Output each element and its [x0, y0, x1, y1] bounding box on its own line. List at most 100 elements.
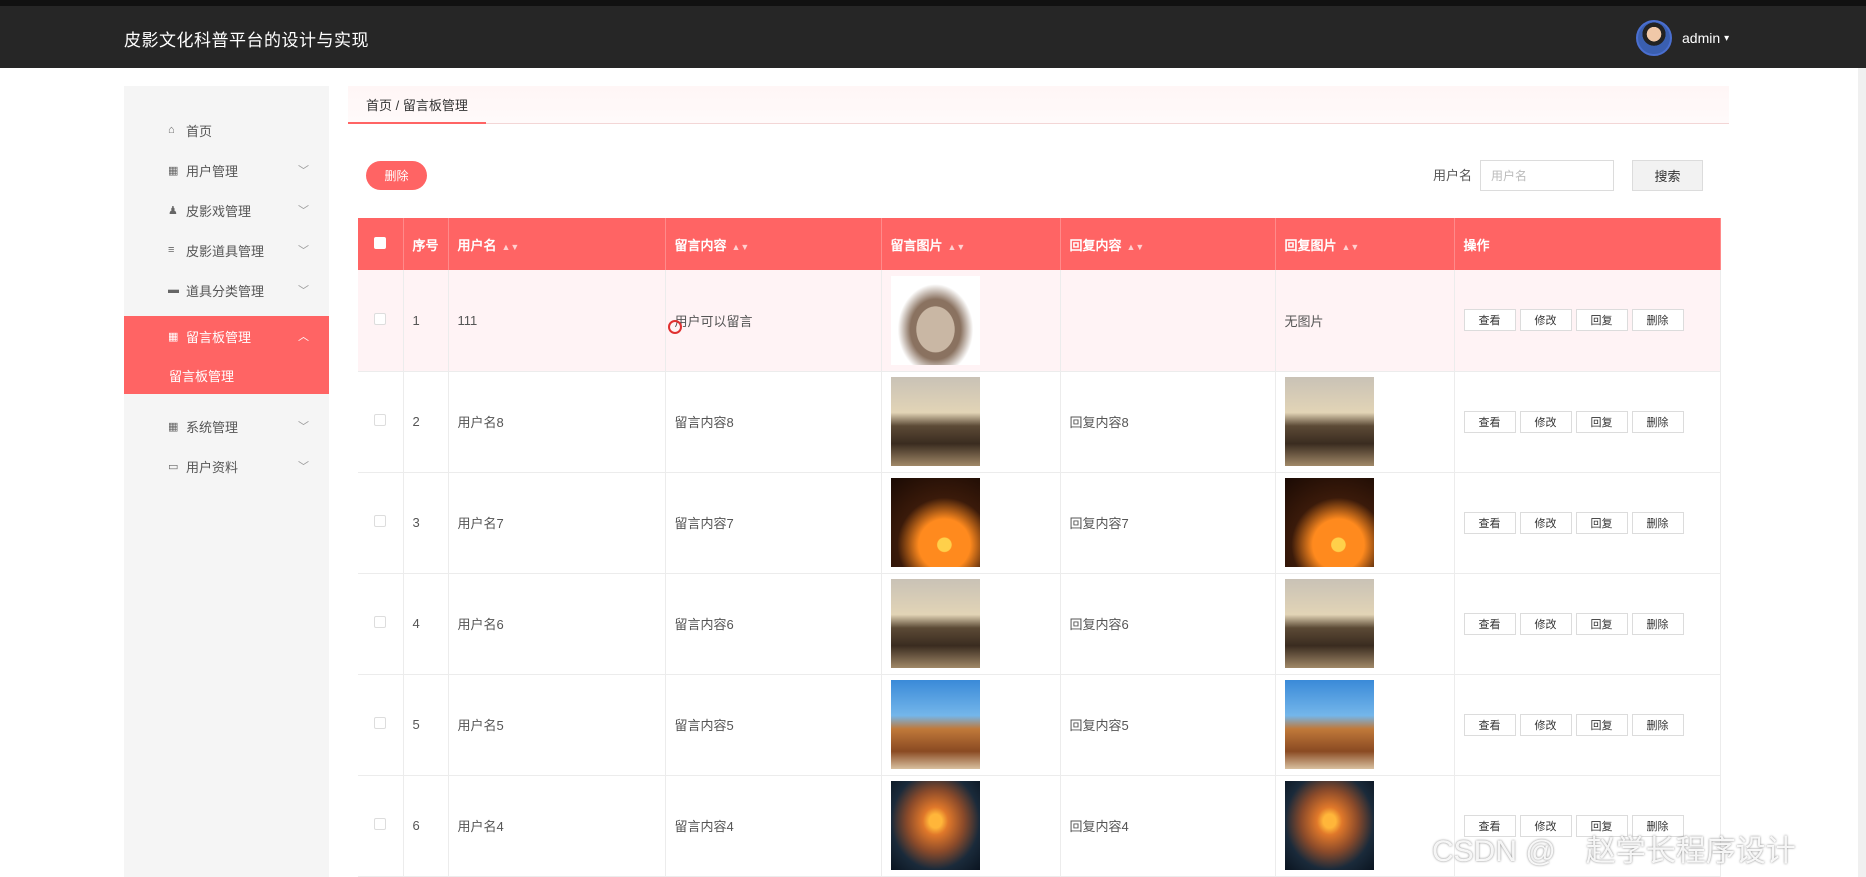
column-header-username[interactable]: 用户名 ▲▼ [448, 218, 666, 270]
view-button[interactable]: 查看 [1463, 511, 1516, 534]
edit-button[interactable]: 修改 [1519, 410, 1572, 433]
sidebar-item-4[interactable]: ▬ 道具分类管理 ﹀ [124, 270, 329, 310]
sidebar-item-7[interactable]: ▭ 用户资料 ﹀ [124, 446, 329, 486]
table-row[interactable]: 4 用户名6 留言内容6 回复内容6 查看 修改 回复 删除 [358, 573, 1721, 674]
batch-delete-button[interactable]: 删除 [366, 161, 427, 190]
reply-image[interactable] [1284, 579, 1374, 668]
content-cell: 留言内容8 [665, 371, 882, 472]
edit-button[interactable]: 修改 [1519, 713, 1572, 736]
chevron-down-icon[interactable]: ﹀ [298, 418, 309, 434]
sidebar-item-label: 首页 [186, 123, 213, 139]
search-button[interactable]: 搜索 [1632, 160, 1703, 191]
table-row[interactable]: 5 用户名5 留言内容5 回复内容5 查看 修改 回复 删除 [358, 674, 1721, 775]
reply-button[interactable]: 回复 [1575, 511, 1628, 534]
sidebar-item-label: 用户管理 [186, 163, 239, 179]
edit-button[interactable]: 修改 [1519, 309, 1572, 332]
row-number: 1 [403, 270, 449, 371]
row-checkbox[interactable] [374, 818, 387, 830]
column-header-image[interactable]: 留言图片 ▲▼ [881, 218, 1061, 270]
sidebar-item-2[interactable]: ♟ 皮影戏管理 ﹀ [124, 190, 329, 230]
chevron-down-icon[interactable]: ﹀ [298, 202, 309, 218]
username-cell: 用户名5 [448, 674, 666, 775]
view-button[interactable]: 查看 [1463, 410, 1516, 433]
submenu-item-message-board[interactable]: 留言板管理 [124, 356, 329, 394]
sidebar-item-1[interactable]: ▦ 用户管理 ﹀ [124, 150, 329, 190]
sort-icon: ▲▼ [1126, 241, 1145, 252]
chevron-down-icon[interactable]: ﹀ [298, 242, 309, 258]
message-image[interactable] [890, 275, 980, 365]
actions-cell: 查看 修改 回复 删除 [1454, 472, 1721, 573]
delete-button[interactable]: 删除 [1631, 511, 1684, 534]
reply-image[interactable] [1284, 680, 1374, 769]
edit-button[interactable]: 修改 [1519, 612, 1572, 635]
delete-button[interactable]: 删除 [1631, 309, 1684, 332]
reply-button[interactable]: 回复 [1575, 410, 1628, 433]
reply-image[interactable] [1284, 478, 1374, 567]
row-checkbox[interactable] [374, 414, 387, 426]
user-menu[interactable]: admin ▾ [1636, 20, 1729, 56]
reply-button[interactable]: 回复 [1575, 309, 1628, 332]
column-header-actions: 操作 [1454, 218, 1721, 270]
reply-cell: 回复内容8 [1060, 371, 1276, 472]
sidebar-item-6[interactable]: ▦ 系统管理 ﹀ [124, 406, 329, 446]
image-cell [881, 270, 1061, 371]
sidebar-item-0[interactable]: ⌂ 首页 [124, 110, 329, 150]
delete-button[interactable]: 删除 [1631, 612, 1684, 635]
select-all-checkbox[interactable] [358, 218, 404, 270]
search-input[interactable] [1480, 160, 1614, 191]
reply-cell: 回复内容4 [1060, 775, 1276, 876]
actions-cell: 查看 修改 回复 删除 [1454, 270, 1721, 371]
app-title: 皮影文化科普平台的设计与实现 [124, 31, 369, 50]
sidebar-item-label: 系统管理 [186, 419, 239, 435]
reply-image[interactable] [1284, 377, 1374, 466]
chevron-up-icon[interactable]: ︿ [298, 328, 309, 344]
message-image[interactable] [890, 579, 980, 668]
view-button[interactable]: 查看 [1463, 713, 1516, 736]
username-label[interactable]: admin [1682, 30, 1720, 46]
table-row[interactable]: 3 用户名7 留言内容7 回复内容7 查看 修改 回复 删除 [358, 472, 1721, 573]
row-checkbox[interactable] [374, 717, 387, 729]
message-image[interactable] [890, 781, 980, 870]
list-icon: ≡ [168, 244, 175, 256]
content-cell: 留言内容7 [665, 472, 882, 573]
home-icon: ⌂ [168, 124, 175, 136]
page-scrollbar[interactable] [1858, 68, 1866, 877]
content-cell: 留言内容6 [665, 573, 882, 674]
sidebar-item-5[interactable]: ▦ 留言板管理 ︿ [124, 316, 329, 356]
reply-image-cell [1275, 674, 1455, 775]
delete-button[interactable]: 删除 [1631, 410, 1684, 433]
chevron-down-icon[interactable]: ﹀ [298, 458, 309, 474]
chevron-down-icon[interactable]: ﹀ [298, 282, 309, 298]
sort-icon: ▲▼ [731, 241, 750, 252]
reply-image[interactable] [1284, 781, 1374, 870]
message-image[interactable] [890, 478, 980, 567]
sidebar-item-label: 留言板管理 [186, 329, 252, 345]
row-checkbox[interactable] [374, 515, 387, 527]
view-button[interactable]: 查看 [1463, 612, 1516, 635]
edit-button[interactable]: 修改 [1519, 511, 1572, 534]
sidebar-item-label: 皮影戏管理 [186, 203, 252, 219]
breadcrumb-bar: 首页 / 留言板管理 [348, 86, 1729, 124]
table-row[interactable]: 1 111 用户可以留言 无图片 查看 修改 回复 删除 [358, 270, 1721, 371]
delete-button[interactable]: 删除 [1631, 713, 1684, 736]
view-button[interactable]: 查看 [1463, 309, 1516, 332]
grid-icon: ▦ [168, 164, 179, 177]
column-header-reply-image[interactable]: 回复图片 ▲▼ [1275, 218, 1455, 270]
chevron-down-icon[interactable]: ﹀ [298, 162, 309, 178]
image-cell [881, 472, 1061, 573]
breadcrumb[interactable]: 首页 / 留言板管理 [348, 86, 486, 124]
reply-button[interactable]: 回复 [1575, 713, 1628, 736]
column-header-content[interactable]: 留言内容 ▲▼ [665, 218, 882, 270]
column-header-reply[interactable]: 回复内容 ▲▼ [1060, 218, 1276, 270]
message-image[interactable] [890, 680, 980, 769]
row-checkbox[interactable] [374, 616, 387, 628]
reply-button[interactable]: 回复 [1575, 612, 1628, 635]
column-header-no: 序号 [403, 218, 449, 270]
caret-down-icon[interactable]: ▾ [1724, 33, 1729, 44]
search-label: 用户名 [1433, 168, 1473, 183]
table-row[interactable]: 2 用户名8 留言内容8 回复内容8 查看 修改 回复 删除 [358, 371, 1721, 472]
row-checkbox[interactable] [374, 312, 387, 325]
avatar[interactable] [1636, 20, 1672, 56]
message-image[interactable] [890, 377, 980, 466]
sidebar-item-3[interactable]: ≡ 皮影道具管理 ﹀ [124, 230, 329, 270]
